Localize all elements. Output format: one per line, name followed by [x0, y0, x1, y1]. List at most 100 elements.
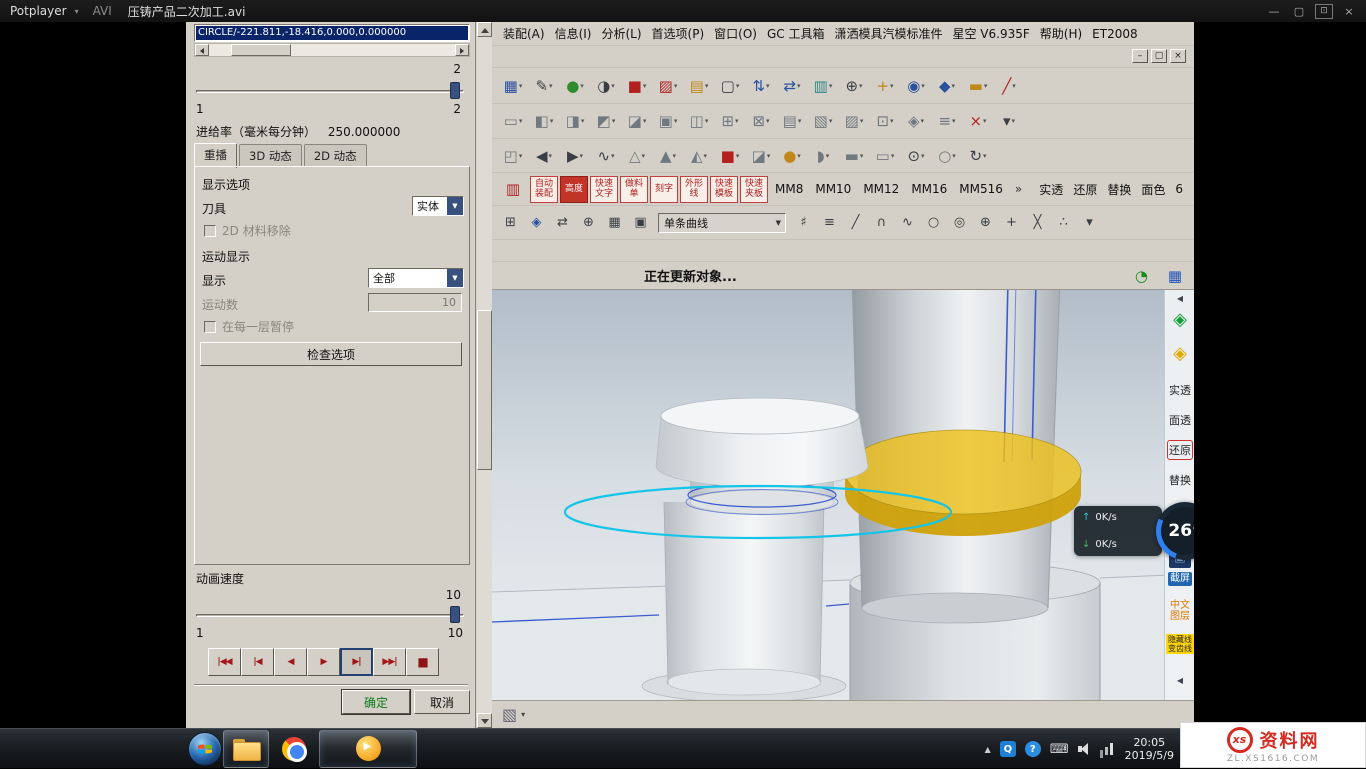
toolbar-icon[interactable]: ⊞ [498, 211, 523, 235]
volume-icon[interactable] [1078, 743, 1091, 755]
toolbar-icon[interactable]: ○ [932, 142, 962, 170]
tray-help-icon[interactable]: ? [1025, 741, 1041, 757]
size-preset-button[interactable]: MM10 [815, 182, 851, 196]
maximize-button[interactable]: ▢ [1290, 4, 1308, 19]
toolbar-icon[interactable]: ▲ [653, 142, 683, 170]
toolbar-icon[interactable]: ∩ [869, 211, 894, 235]
view-cube-icon[interactable]: ▧ [502, 705, 517, 724]
slider-thumb[interactable] [450, 82, 460, 99]
toolbar-icon[interactable]: ● [777, 142, 807, 170]
hidden-line-button[interactable]: 隐藏线 变齿线 [1166, 634, 1194, 654]
checkbox-pause-each-layer[interactable]: 在每一层暂停 [204, 318, 294, 335]
toolbar-icon[interactable]: ∿ [591, 142, 621, 170]
tool-display-select[interactable]: 实体 [412, 196, 464, 216]
macro-tool-icon[interactable]: ▥ [498, 175, 528, 203]
toolbar-icon[interactable]: ◨ [560, 107, 590, 135]
tab-2d-dynamic[interactable]: 2D 动态 [304, 144, 367, 167]
menu-item[interactable]: 帮助(H) [1035, 23, 1087, 44]
toolbar-icon[interactable]: ⊕ [973, 211, 998, 235]
toolbar-icon[interactable]: ▬ [963, 72, 993, 100]
toolbar-icon[interactable]: ▭ [870, 142, 900, 170]
cancel-button[interactable]: 取消 [414, 690, 470, 714]
playback-button[interactable]: ◀ [274, 648, 307, 676]
toolbar-icon[interactable]: ▾ [1077, 211, 1102, 235]
scroll-right-arrow-icon[interactable] [455, 44, 469, 56]
toolbar-icon[interactable]: ⊕ [839, 72, 869, 100]
toolbar-icon[interactable]: ⊕ [576, 211, 601, 235]
grid-diamond-icon[interactable]: ◈ [1167, 310, 1193, 330]
quick-macro-button[interactable]: 快速夹板 [740, 176, 768, 203]
toolbar-icon[interactable]: ╱ [994, 72, 1024, 100]
tray-search-icon[interactable]: Q [1000, 741, 1016, 757]
menu-item[interactable]: 装配(A) [498, 23, 550, 44]
scroll-up-arrow-icon[interactable] [477, 22, 492, 37]
dropdown-caret-icon[interactable]: ▾ [521, 710, 525, 719]
playback-button[interactable]: |◀◀ [208, 648, 241, 676]
speed-slider[interactable] [196, 606, 464, 624]
start-button[interactable] [188, 732, 222, 766]
toolbar-icon[interactable]: ↻ [963, 142, 993, 170]
toolbar-icon[interactable]: ◉ [901, 72, 931, 100]
toolbar-icon[interactable]: ◗ [808, 142, 838, 170]
toolbar-icon[interactable]: ◆ [932, 72, 962, 100]
toolbar-icon[interactable]: ✎ [529, 72, 559, 100]
toolbar-icon[interactable]: × [963, 107, 993, 135]
toolbar-icon[interactable]: ◈ [524, 211, 549, 235]
toolbar-icon[interactable]: + [870, 72, 900, 100]
toolbar-icon[interactable]: ▦ [498, 72, 528, 100]
view-mode-button[interactable]: 面色 [1141, 181, 1165, 198]
toolbar-icon[interactable]: ◫ [684, 107, 714, 135]
quick-macro-button[interactable]: 自动装配 [530, 176, 558, 203]
ok-button[interactable]: 确定 [342, 690, 410, 714]
view-mode-button[interactable]: 还原 [1073, 181, 1097, 198]
toolbar-icon[interactable]: ◎ [947, 211, 972, 235]
overflow-chevron-icon[interactable]: » [1015, 182, 1022, 196]
face-translucent-button[interactable]: 面透 [1167, 412, 1193, 428]
toolbar-icon[interactable]: ▢ [715, 72, 745, 100]
toolbar-icon[interactable]: ■ [622, 72, 652, 100]
toolbar-icon[interactable]: ∿ [895, 211, 920, 235]
toolbar-icon[interactable]: ♯ [791, 211, 816, 235]
child-minimize-button[interactable]: – [1132, 49, 1148, 63]
menu-item[interactable]: 首选项(P) [647, 23, 710, 44]
toolbar-icon[interactable]: ▨ [653, 72, 683, 100]
size-preset-button[interactable]: MM516 [959, 182, 1003, 196]
quick-macro-button[interactable]: 外形线 [680, 176, 708, 203]
toolbar-icon[interactable]: ▤ [684, 72, 714, 100]
menu-item[interactable]: 星空 V6.935F [947, 23, 1034, 44]
toolbar-icon[interactable]: ≡ [817, 211, 842, 235]
checkbox-2d-material-removal[interactable]: 2D 材料移除 [204, 222, 291, 239]
solid-translucent-button[interactable]: 实透 [1167, 382, 1193, 398]
view-mode-button[interactable]: 替换 [1107, 181, 1131, 198]
network-icon[interactable] [1100, 743, 1113, 755]
toolbar-icon[interactable]: ⊠ [746, 107, 776, 135]
quick-macro-button[interactable]: 刻字 [650, 176, 678, 203]
toolbar-icon[interactable]: ◀ [529, 142, 559, 170]
toolbar-icon[interactable]: ◭ [684, 142, 714, 170]
toolbar-icon[interactable]: ⇄ [550, 211, 575, 235]
toolbar-icon[interactable]: ◰ [498, 142, 528, 170]
toolbar-icon[interactable]: ▦ [602, 211, 627, 235]
toolbar-icon[interactable]: ▥ [808, 72, 838, 100]
toolbar-icon[interactable]: ▾ [994, 107, 1024, 135]
replace-button[interactable]: 替换 [1167, 472, 1193, 488]
toolbar-icon[interactable]: ▣ [628, 211, 653, 235]
gcode-listbox[interactable]: CIRCLE/-221.811,-18.416,0.000,0.000000 [194, 24, 470, 42]
tray-keyboard-icon[interactable]: ⌨ [1050, 742, 1069, 757]
display-select[interactable]: 全部 [368, 268, 464, 288]
size-preset-button[interactable]: MM16 [911, 182, 947, 196]
restore-button[interactable]: 还原 [1167, 440, 1193, 460]
slider-thumb[interactable] [450, 606, 460, 623]
list-h-scrollbar[interactable] [194, 43, 470, 57]
timer-icon[interactable]: ◔ [1135, 267, 1148, 285]
toolbar-icon[interactable]: + [999, 211, 1024, 235]
chinese-layer-button[interactable]: 中文 图层 [1167, 600, 1193, 622]
view-mode-button[interactable]: 6 [1175, 182, 1183, 196]
size-preset-button[interactable]: MM12 [863, 182, 899, 196]
screenshot-button[interactable]: 截屏 [1168, 572, 1192, 586]
toolbar-icon[interactable]: ◧ [529, 107, 559, 135]
toolbar-icon[interactable]: ╳ [1025, 211, 1050, 235]
toolbar-icon[interactable]: ≡ [932, 107, 962, 135]
yellow-ring[interactable] [845, 430, 1081, 536]
toolbar-icon[interactable]: ⊡ [870, 107, 900, 135]
